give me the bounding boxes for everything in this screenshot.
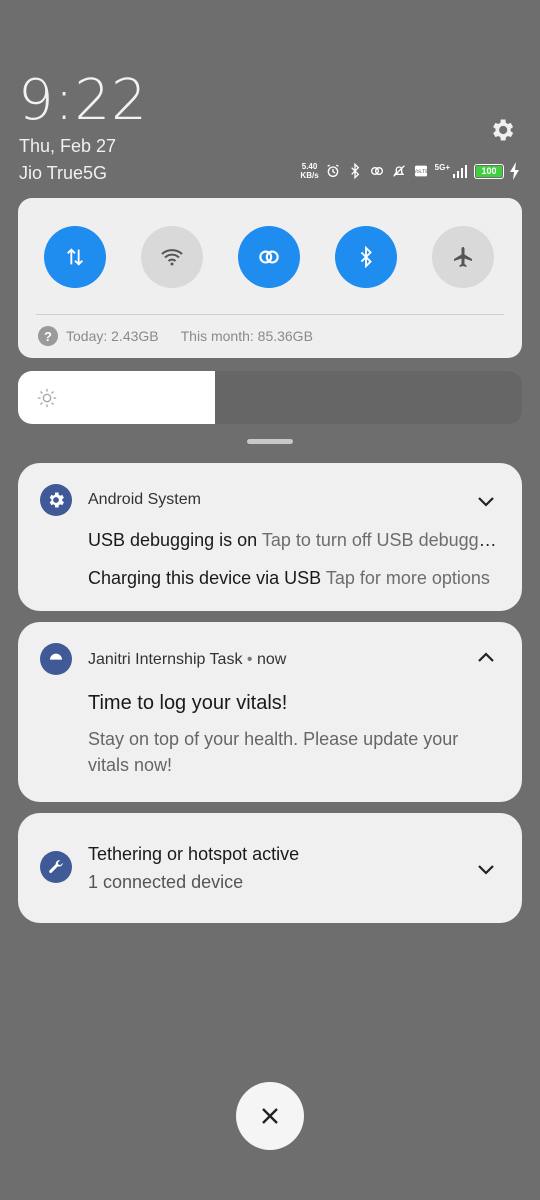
row-text: Tap for more options (325, 568, 490, 588)
status-icons: 5.40 KB/s VoLTE 5G+ 100 (300, 162, 520, 180)
brightness-slider[interactable] (18, 371, 522, 424)
row-title: Charging this device via USB (88, 568, 322, 588)
net-speed-value: 5.40 (301, 162, 318, 171)
quick-settings-panel: ? Today: 2.43GB This month: 85.36GB (18, 198, 522, 358)
date-label: Thu, Feb 27 (19, 136, 117, 156)
tile-airplane[interactable] (432, 226, 494, 288)
notification-row-charging[interactable]: Charging this device via USB Tap for mor… (88, 568, 500, 589)
tile-bluetooth[interactable] (335, 226, 397, 288)
notification-title: Tethering or hotspot active (88, 844, 300, 864)
brightness-sun-icon (37, 388, 57, 408)
tile-wifi[interactable] (141, 226, 203, 288)
battery-indicator: 100 (474, 163, 504, 179)
notification-tethering[interactable]: Tethering or hotspot active 1 connected … (18, 813, 522, 923)
net-speed: 5.40 KB/s (300, 162, 318, 180)
clear-all-button[interactable] (236, 1082, 304, 1150)
janitri-app-icon (40, 643, 72, 675)
carrier-label: Jio True5G (19, 163, 108, 183)
row-text: Tap to turn off USB debugging (261, 530, 500, 550)
bluetooth-status-icon (350, 162, 359, 180)
notification-time: now (256, 651, 287, 668)
volte-icon: VoLTE (413, 165, 429, 177)
link-icon (259, 250, 279, 264)
chevron-down-icon[interactable] (474, 857, 498, 881)
notification-row-usb-debugging[interactable]: USB debugging is on Tap to turn off USB … (88, 530, 500, 551)
battery-level: 100 (481, 166, 497, 176)
tile-hotspot[interactable] (238, 226, 300, 288)
bluetooth-icon (360, 246, 372, 268)
notification-body: 1 connected device (88, 872, 244, 892)
data-usage[interactable]: ? Today: 2.43GB This month: 85.36GB (38, 326, 313, 346)
tethering-app-icon (40, 851, 72, 883)
signal-bars-icon (453, 165, 467, 178)
arrows-updown-icon (67, 248, 83, 266)
settings-gear-icon[interactable] (488, 116, 516, 144)
gear-icon (49, 492, 64, 508)
net-speed-unit: KB/s (300, 171, 319, 180)
notification-header: Janitri Internship Task • now (88, 651, 287, 668)
data-usage-today: Today: 2.43GB (66, 328, 159, 344)
svg-text:VoLTE: VoLTE (413, 169, 429, 175)
charging-bolt-icon (510, 162, 519, 180)
notification-app-name: Janitri Internship Task (88, 651, 243, 668)
row-title: USB debugging is on (88, 530, 258, 550)
wrench-icon (49, 860, 63, 873)
data-usage-month: This month: 85.36GB (180, 328, 313, 344)
notification-title: Time to log your vitals! (88, 692, 288, 714)
umbrella-icon (50, 653, 62, 660)
qs-divider (36, 314, 504, 315)
tile-mobile-data[interactable] (44, 226, 106, 288)
alarm-icon (326, 164, 339, 177)
signal-strength: 5G+ (435, 163, 468, 179)
muted-bell-icon (392, 165, 405, 177)
notification-body: Stay on top of your health. Please updat… (88, 729, 459, 775)
chevron-down-icon[interactable] (474, 489, 498, 513)
data-usage-icon: ? (38, 326, 58, 346)
clock: 9:22 (18, 68, 148, 133)
notification-android-system[interactable]: Android System USB debugging is on Tap t… (18, 463, 522, 611)
wifi-icon (161, 249, 183, 266)
airplane-icon (454, 247, 472, 267)
drag-handle[interactable] (247, 439, 293, 444)
android-system-icon (40, 484, 72, 516)
notification-app-name: Android System (88, 491, 201, 508)
hotspot-status-icon (370, 167, 383, 175)
chevron-up-icon[interactable] (474, 646, 498, 670)
notification-janitri[interactable]: Janitri Internship Task • now Time to lo… (18, 622, 522, 802)
close-icon (262, 1108, 278, 1124)
network-type: 5G+ (434, 163, 450, 172)
